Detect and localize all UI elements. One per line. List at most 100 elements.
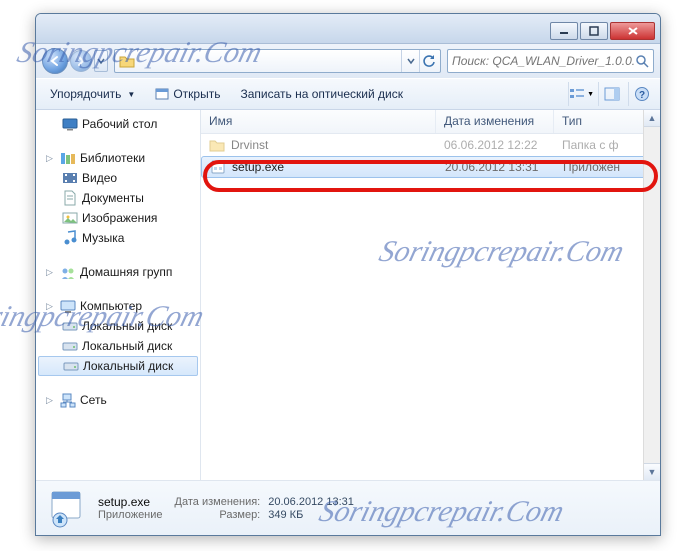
music-icon — [62, 230, 78, 246]
organize-menu[interactable]: Упорядочить ▼ — [42, 82, 143, 106]
file-list[interactable]: Drvinst 06.06.2012 12:22 Папка с ф setup… — [201, 134, 660, 480]
forward-button[interactable] — [70, 50, 92, 72]
nav-tree: Рабочий стол ▷ Библиотеки Видео Документ… — [36, 110, 201, 480]
tree-pictures[interactable]: Изображения — [36, 208, 200, 228]
app-icon — [155, 87, 169, 101]
view-icon — [569, 87, 585, 101]
file-row[interactable]: Drvinst 06.06.2012 12:22 Папка с ф — [201, 134, 660, 156]
refresh-button[interactable] — [419, 50, 437, 72]
tree-label: Библиотеки — [80, 151, 145, 165]
drive-icon — [63, 358, 79, 374]
details-icon — [46, 488, 86, 528]
open-label: Открыть — [173, 87, 220, 101]
tree-desktop[interactable]: Рабочий стол — [36, 114, 200, 134]
search-icon — [635, 54, 649, 68]
tree-video[interactable]: Видео — [36, 168, 200, 188]
computer-icon — [60, 298, 76, 314]
tree-localdisk-1[interactable]: Локальный диск — [36, 316, 200, 336]
explorer-body: Рабочий стол ▷ Библиотеки Видео Документ… — [36, 110, 660, 480]
tree-label: Видео — [82, 171, 117, 185]
tree-network[interactable]: ▷ Сеть — [36, 390, 200, 410]
chevron-down-icon — [97, 57, 105, 65]
vertical-scrollbar[interactable]: ▲ ▼ — [643, 110, 660, 480]
details-size-value: 349 КБ — [268, 509, 354, 521]
tree-libraries[interactable]: ▷ Библиотеки — [36, 148, 200, 168]
tree-documents[interactable]: Документы — [36, 188, 200, 208]
minimize-icon — [559, 26, 569, 36]
network-icon — [60, 392, 76, 408]
expander-icon: ▷ — [46, 395, 53, 406]
tree-label: Локальный диск — [83, 359, 173, 373]
view-menu[interactable]: ▼ — [568, 82, 594, 106]
explorer-window: Упорядочить ▼ Открыть Записать на оптичес… — [35, 13, 661, 536]
homegroup-icon — [60, 264, 76, 280]
maximize-button[interactable] — [580, 22, 608, 40]
chevron-down-icon — [407, 57, 415, 65]
details-date-value: 20.06.2012 13:31 — [268, 496, 354, 508]
drive-icon — [62, 338, 78, 354]
file-date: 06.06.2012 12:22 — [436, 138, 554, 152]
minimize-button[interactable] — [550, 22, 578, 40]
nav-history-dropdown[interactable] — [94, 50, 108, 72]
command-bar: Упорядочить ▼ Открыть Записать на оптичес… — [36, 78, 660, 110]
chevron-down-icon: ▼ — [127, 90, 135, 99]
close-icon — [627, 26, 639, 36]
arrow-right-icon — [75, 55, 87, 67]
maximize-icon — [589, 26, 599, 36]
expander-icon: ▷ — [46, 267, 53, 278]
search-input[interactable] — [452, 54, 635, 68]
help-button[interactable]: ? — [628, 82, 654, 106]
preview-pane-button[interactable] — [598, 82, 624, 106]
col-date[interactable]: Дата изменения — [436, 110, 554, 133]
tree-label: Локальный диск — [82, 319, 172, 333]
folder-icon — [209, 137, 225, 153]
details-date-label: Дата изменения: — [175, 496, 261, 508]
folder-icon — [118, 52, 136, 70]
file-pane: Имя Дата изменения Тип Drvinst 06.06.201… — [201, 110, 660, 480]
details-filename: setup.exe — [98, 495, 163, 509]
details-size-label: Размер: — [175, 509, 261, 521]
burn-label: Записать на оптический диск — [240, 87, 403, 101]
desktop-icon — [62, 116, 78, 132]
pane-icon — [604, 87, 620, 101]
organize-label: Упорядочить — [50, 87, 121, 101]
tree-label: Изображения — [82, 211, 157, 225]
details-title-block: setup.exe Приложение — [98, 495, 163, 521]
tree-label: Компьютер — [80, 299, 142, 313]
details-pane: setup.exe Приложение Дата изменения: 20.… — [36, 480, 660, 535]
scroll-down-button[interactable]: ▼ — [644, 463, 660, 480]
tree-label: Документы — [82, 191, 144, 205]
tree-label: Сеть — [80, 393, 107, 407]
tree-computer[interactable]: ▷ Компьютер — [36, 296, 200, 316]
pictures-icon — [62, 210, 78, 226]
arrow-left-icon — [48, 54, 62, 68]
close-button[interactable] — [610, 22, 655, 40]
address-bar[interactable] — [114, 49, 441, 73]
video-icon — [62, 170, 78, 186]
open-button[interactable]: Открыть — [147, 82, 228, 106]
details-properties: Дата изменения: 20.06.2012 13:31 Размер:… — [175, 496, 354, 521]
tree-localdisk-2[interactable]: Локальный диск — [36, 336, 200, 356]
file-date: 20.06.2012 13:31 — [437, 160, 555, 174]
svg-text:?: ? — [638, 90, 644, 101]
scroll-up-button[interactable]: ▲ — [644, 110, 660, 127]
burn-button[interactable]: Записать на оптический диск — [232, 82, 411, 106]
file-name: Drvinst — [231, 138, 268, 152]
tree-homegroup[interactable]: ▷ Домашняя групп — [36, 262, 200, 282]
drive-icon — [62, 318, 78, 334]
breadcrumb-dropdown[interactable] — [401, 50, 419, 72]
tree-music[interactable]: Музыка — [36, 228, 200, 248]
titlebar — [36, 14, 660, 44]
search-box[interactable] — [447, 49, 654, 73]
libraries-icon — [60, 150, 76, 166]
tree-localdisk-3[interactable]: Локальный диск — [38, 356, 198, 376]
file-row-selected[interactable]: setup.exe 20.06.2012 13:31 Приложен — [201, 156, 660, 178]
back-button[interactable] — [42, 48, 68, 74]
col-name[interactable]: Имя — [201, 110, 436, 133]
refresh-icon — [422, 54, 436, 68]
expander-icon: ▷ — [46, 301, 53, 312]
exe-icon — [210, 159, 226, 175]
column-header-row: Имя Дата изменения Тип — [201, 110, 660, 134]
tree-label: Музыка — [82, 231, 124, 245]
navbar — [36, 44, 660, 78]
